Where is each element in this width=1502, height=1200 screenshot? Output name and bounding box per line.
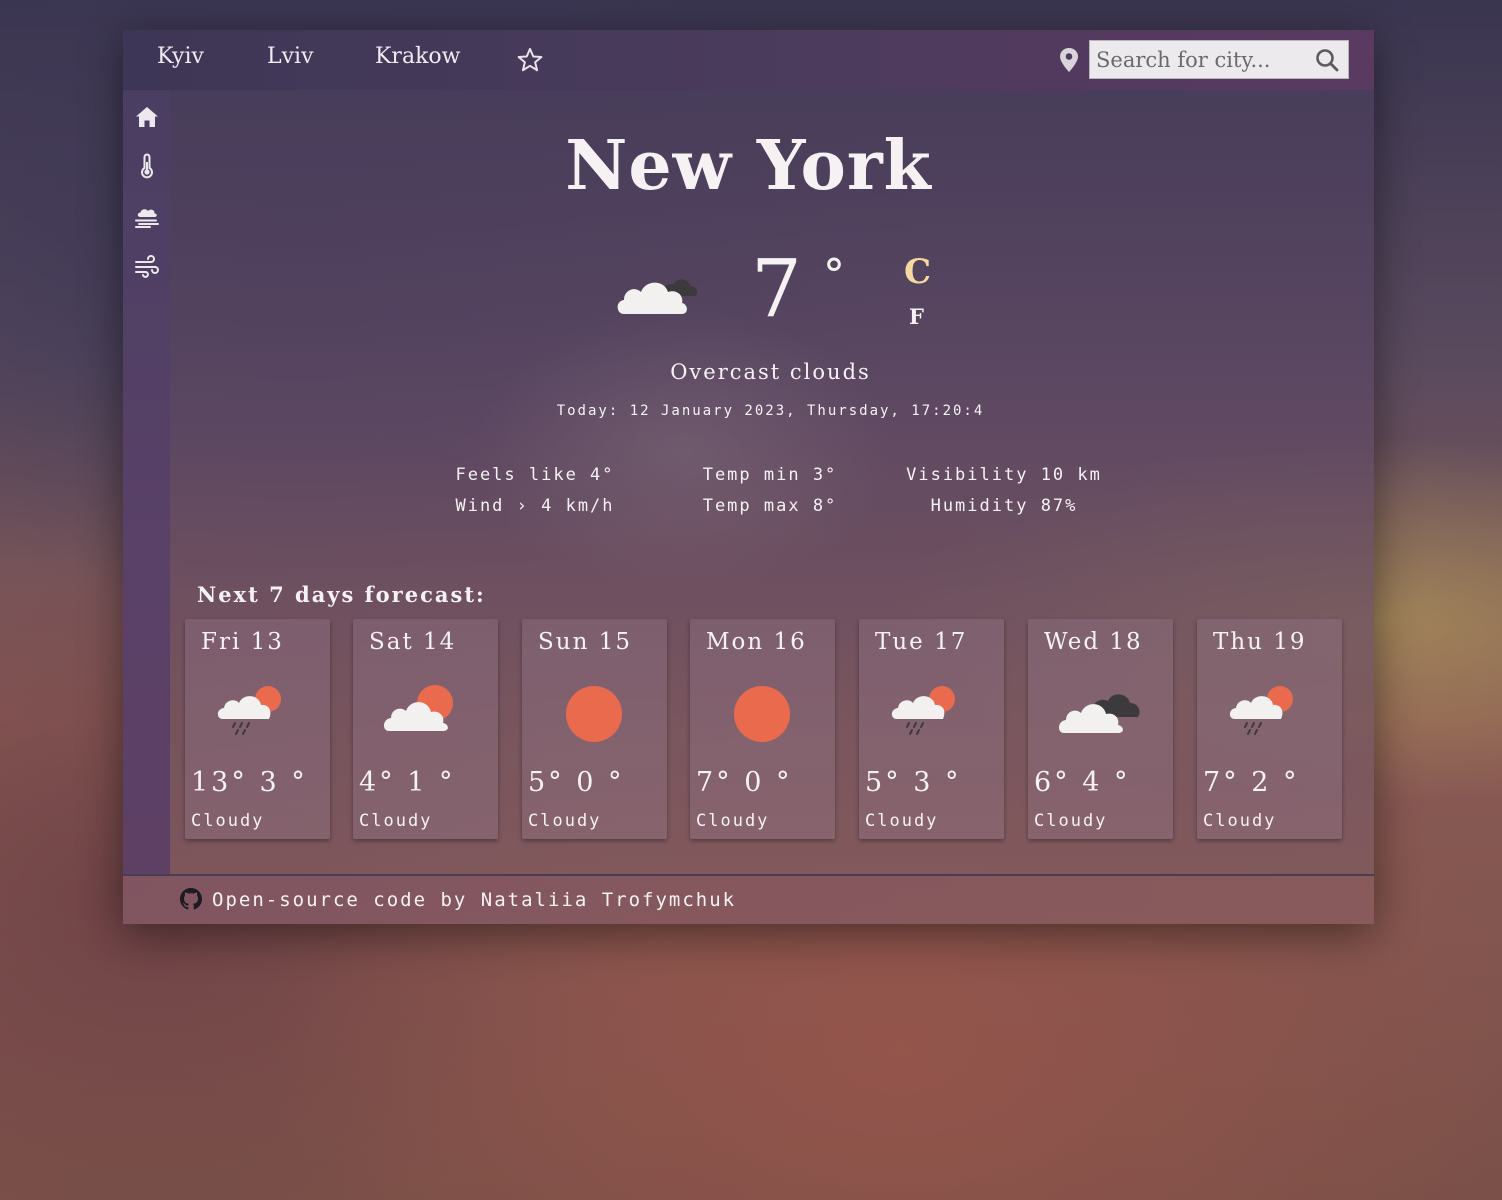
- forecast-day-temps: 4° 1 °: [359, 767, 456, 798]
- cloud-icon: [617, 279, 698, 314]
- forecast-day-description: Cloudy: [528, 811, 602, 831]
- forecast-day-description: Cloudy: [865, 811, 939, 831]
- forecast-day-temps: 5° 0 °: [528, 767, 625, 798]
- forecast-day-name: Wed 18: [1044, 629, 1143, 655]
- degree-symbol: °: [823, 250, 845, 301]
- visibility: Visibility 10 km: [906, 465, 1102, 485]
- forecast-day-description: Cloudy: [359, 811, 433, 831]
- forecast-day-card[interactable]: Sun 15 5° 0 ° Cloudy: [522, 619, 667, 839]
- fog-icon[interactable]: [134, 203, 160, 229]
- forecast-day-name: Thu 19: [1213, 629, 1307, 655]
- forecast-day-description: Cloudy: [1203, 811, 1277, 831]
- nav-city-kyiv[interactable]: Kyiv: [157, 44, 204, 69]
- wind-icon[interactable]: [134, 253, 160, 279]
- city-title: New York: [565, 126, 932, 206]
- rain-sun-icon: [217, 686, 281, 735]
- forecast-day-temps: 13° 3 °: [191, 767, 308, 798]
- sidebar: [123, 90, 170, 874]
- unit-fahrenheit-toggle[interactable]: F: [909, 304, 924, 329]
- forecast-day-card[interactable]: Sat 14 4° 1 ° Cloudy: [353, 619, 498, 839]
- overcast-icon: [1058, 694, 1140, 733]
- star-outline-icon[interactable]: [516, 46, 544, 74]
- forecast-day-description: Cloudy: [696, 811, 770, 831]
- rain-sun-icon: [1229, 686, 1293, 735]
- nav-city-krakow[interactable]: Krakow: [375, 44, 460, 69]
- forecast-day-card[interactable]: Tue 17 5° 3 ° Cloudy: [859, 619, 1004, 839]
- forecast-day-name: Sun 15: [538, 629, 632, 655]
- sun-icon: [566, 686, 622, 742]
- footer-credit-link[interactable]: Open-source code by Nataliia Trofymchuk: [212, 889, 736, 911]
- forecast-day-temps: 7° 2 °: [1203, 767, 1300, 798]
- map-pin-icon[interactable]: [1058, 47, 1080, 73]
- temp-max: Temp max 8°: [702, 496, 838, 516]
- weather-description: Overcast clouds: [670, 360, 871, 384]
- rain-sun-icon: [891, 686, 955, 735]
- search-box: [1089, 40, 1349, 79]
- forecast-title: Next 7 days forecast:: [197, 582, 486, 607]
- forecast-day-description: Cloudy: [1034, 811, 1108, 831]
- current-date: Today: 12 January 2023, Thursday, 17:20:…: [556, 403, 985, 419]
- forecast-day-temps: 7° 0 °: [696, 767, 793, 798]
- cloud-sun-icon: [383, 685, 453, 731]
- sun-icon: [734, 686, 790, 742]
- humidity: Humidity 87%: [930, 496, 1078, 516]
- forecast-day-card[interactable]: Mon 16 7° 0 ° Cloudy: [690, 619, 835, 839]
- forecast-day-temps: 6° 4 °: [1034, 767, 1131, 798]
- forecast-day-card[interactable]: Wed 18 6° 4 ° Cloudy: [1028, 619, 1173, 839]
- forecast-day-name: Sat 14: [369, 629, 457, 655]
- forecast-day-name: Fri 13: [201, 629, 284, 655]
- weather-app-window: Kyiv Lviv Krakow Search for city... New …: [123, 30, 1374, 924]
- forecast-day-temps: 5° 3 °: [865, 767, 962, 798]
- search-input[interactable]: [1096, 45, 1306, 74]
- forecast-day-card[interactable]: Fri 13 13° 3 ° Cloudy: [185, 619, 330, 839]
- temp-min: Temp min 3°: [702, 465, 838, 485]
- github-icon[interactable]: [180, 888, 202, 910]
- forecast-day-name: Tue 17: [875, 629, 968, 655]
- feels-like: Feels like 4°: [455, 465, 615, 485]
- forecast-day-card[interactable]: Thu 19 7° 2 ° Cloudy: [1197, 619, 1342, 839]
- current-temperature: 7: [751, 242, 802, 335]
- magnifier-icon[interactable]: [1314, 47, 1340, 73]
- top-navigation-bar: Kyiv Lviv Krakow: [123, 30, 1374, 90]
- forecast-day-description: Cloudy: [191, 811, 265, 831]
- unit-celsius-toggle[interactable]: C: [904, 252, 931, 292]
- forecast-day-name: Mon 16: [706, 629, 807, 655]
- footer: Open-source code by Nataliia Trofymchuk: [123, 874, 1374, 924]
- wind-speed: Wind › 4 km/h: [455, 496, 615, 516]
- nav-city-lviv[interactable]: Lviv: [267, 44, 314, 69]
